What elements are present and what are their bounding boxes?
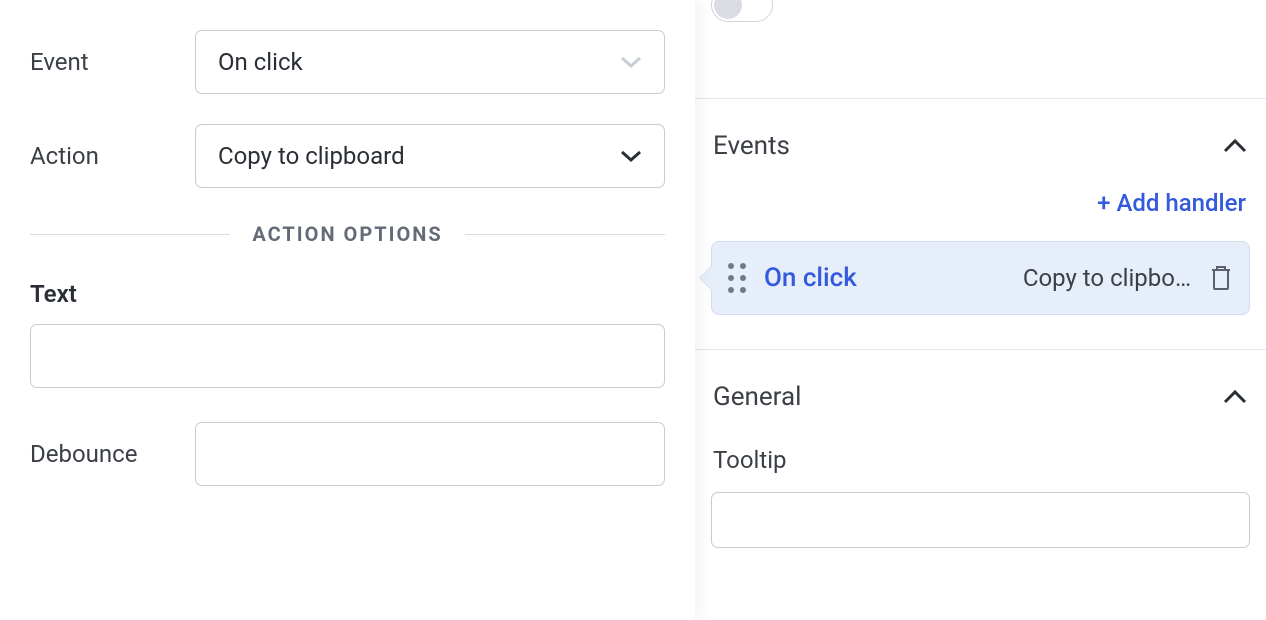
event-row: Event On click — [30, 30, 665, 94]
event-label: Event — [30, 48, 195, 76]
general-title: General — [713, 382, 801, 412]
divider-line — [465, 234, 665, 235]
event-handler-editor: Event On click Action Copy to clipboard … — [0, 0, 695, 620]
text-row: Text — [30, 280, 665, 388]
drag-handle-icon[interactable] — [728, 263, 746, 293]
event-select-value: On click — [218, 48, 303, 76]
trash-icon[interactable] — [1209, 264, 1233, 292]
debounce-input[interactable] — [195, 422, 665, 486]
inspector-panel: Events + Add handler On click Copy to cl… — [695, 0, 1266, 620]
add-handler-button[interactable]: + Add handler — [1097, 189, 1246, 217]
handler-event-label: On click — [764, 263, 857, 293]
tooltip-input[interactable] — [711, 492, 1250, 548]
chevron-up-icon — [1222, 389, 1248, 405]
action-options-divider: ACTION OPTIONS — [30, 222, 665, 246]
action-select[interactable]: Copy to clipboard — [195, 124, 665, 188]
general-header[interactable]: General — [711, 350, 1250, 426]
text-label: Text — [30, 280, 665, 308]
action-label: Action — [30, 142, 195, 170]
toggle-row — [695, 0, 1266, 98]
chevron-down-icon — [620, 55, 642, 69]
events-header[interactable]: Events — [711, 99, 1250, 175]
add-handler-row: + Add handler — [711, 175, 1250, 241]
action-select-value: Copy to clipboard — [218, 142, 405, 170]
toggle-knob — [714, 0, 742, 19]
events-title: Events — [713, 131, 790, 161]
tooltip-label: Tooltip — [711, 426, 1250, 492]
debounce-label: Debounce — [30, 440, 195, 468]
handler-action-label: Copy to clipbo… — [1023, 264, 1191, 292]
action-options-title: ACTION OPTIONS — [230, 222, 464, 246]
debounce-row: Debounce — [30, 422, 665, 486]
divider-line — [30, 234, 230, 235]
events-section: Events + Add handler On click Copy to cl… — [695, 99, 1266, 315]
toggle-switch[interactable] — [711, 0, 773, 22]
text-input[interactable] — [30, 324, 665, 388]
action-row: Action Copy to clipboard — [30, 124, 665, 188]
event-select[interactable]: On click — [195, 30, 665, 94]
handler-card[interactable]: On click Copy to clipbo… — [711, 241, 1250, 315]
general-section: General Tooltip — [695, 350, 1266, 548]
chevron-down-icon — [620, 149, 642, 163]
chevron-up-icon — [1222, 138, 1248, 154]
